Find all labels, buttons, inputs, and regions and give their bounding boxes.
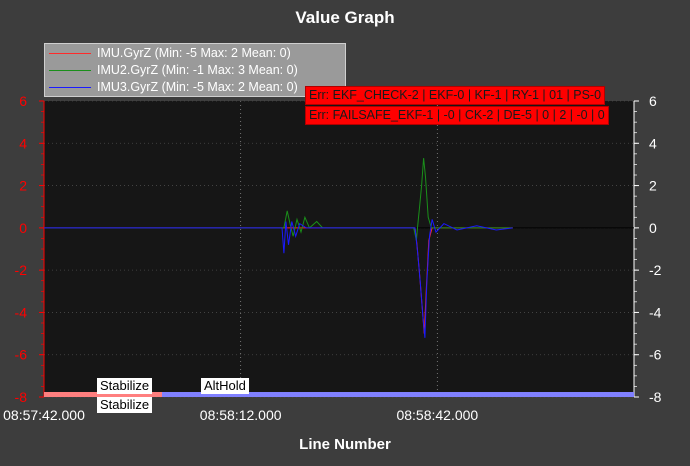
- legend-item-imu: IMU.GyrZ (Min: -5 Max: 2 Mean: 0): [49, 45, 291, 61]
- error-label-ekf-check: Err: EKF_CHECK-2 | EKF-0 | KF-1 | RY-1 |…: [305, 86, 606, 105]
- plot-area: [44, 101, 634, 397]
- y-tick-label-left: -2: [15, 262, 28, 278]
- legend-label-imu: IMU.GyrZ (Min: -5 Max: 2 Mean: 0): [97, 46, 291, 60]
- y-tick-label-right: -8: [649, 389, 662, 405]
- y-tick-label-right: 6: [649, 93, 657, 109]
- y-tick-label-right: -6: [649, 347, 662, 363]
- y-tick-label-right: -2: [649, 262, 662, 278]
- x-tick-label-1: 08:58:12.000: [200, 407, 282, 423]
- legend-item-imu2: IMU2.GyrZ (Min: -1 Max: 3 Mean: 0): [49, 62, 298, 78]
- legend-swatch-imu3: [49, 86, 91, 88]
- chart-legend: IMU.GyrZ (Min: -5 Max: 2 Mean: 0) IMU2.G…: [44, 43, 346, 97]
- y-tick-label-left: -8: [15, 389, 28, 405]
- y-tick-label-right: 0: [649, 220, 657, 236]
- y-tick-label-right: -4: [649, 304, 662, 320]
- y-tick-label-right: 4: [649, 135, 657, 151]
- mode-label-stabilize-lower: Stabilize: [97, 397, 153, 413]
- y-tick-label-left: 4: [19, 135, 27, 151]
- y-tick-label-left: -6: [15, 347, 28, 363]
- x-tick-label-0: 08:57:42.000: [3, 407, 85, 423]
- legend-swatch-imu2: [49, 69, 91, 71]
- y-tick-label-left: 0: [19, 220, 27, 236]
- x-tick-label-2: 08:58:42.000: [396, 407, 478, 423]
- mode-label-stabilize: Stabilize: [97, 378, 153, 394]
- legend-label-imu3: IMU3.GyrZ (Min: -5 Max: 2 Mean: 0): [97, 80, 298, 94]
- chart-title: Value Graph: [295, 8, 395, 27]
- y-tick-label-left: -4: [15, 304, 28, 320]
- legend-item-imu3: IMU3.GyrZ (Min: -5 Max: 2 Mean: 0): [49, 79, 298, 95]
- mode-label-althold: AltHold: [201, 378, 249, 394]
- y-tick-label-left: 2: [19, 178, 27, 194]
- error-label-failsafe-ekf: Err: FAILSAFE_EKF-1 | -0 | CK-2 | DE-5 |…: [305, 106, 609, 125]
- y-tick-label-right: 2: [649, 178, 657, 194]
- legend-label-imu2: IMU2.GyrZ (Min: -1 Max: 3 Mean: 0): [97, 63, 298, 77]
- x-axis-label: Line Number: [299, 436, 391, 453]
- y-tick-label-left: 6: [19, 93, 27, 109]
- legend-swatch-imu: [49, 52, 91, 54]
